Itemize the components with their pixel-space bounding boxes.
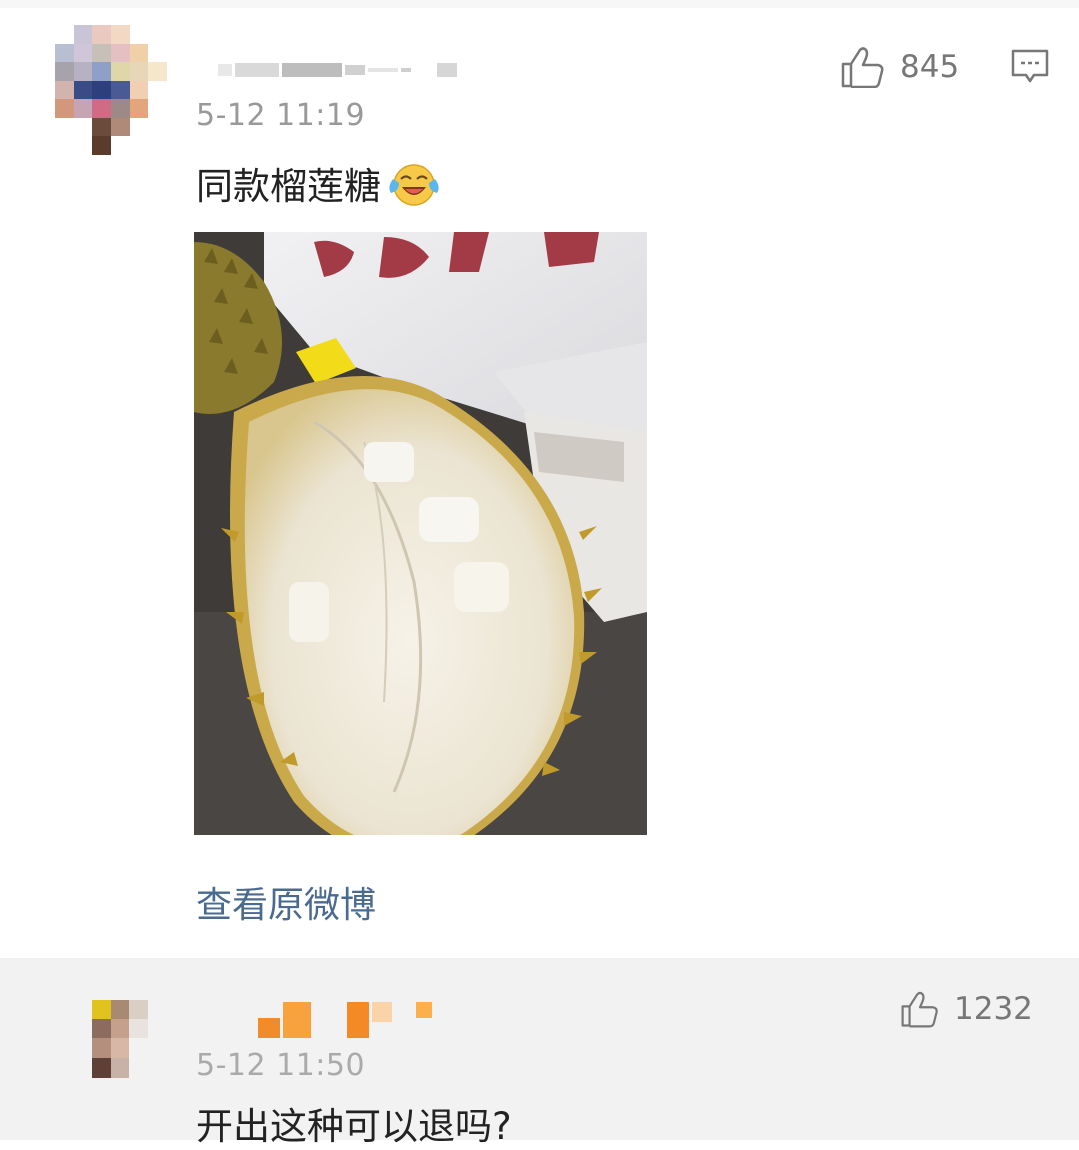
comment-text: 同款榴莲糖 — [196, 156, 441, 210]
comment-bubble-icon[interactable] — [1010, 48, 1050, 86]
comment-item: 5-12 11:50 开出这种可以退吗? 1232 — [0, 958, 1079, 1148]
comment-text-content: 同款榴莲糖 — [196, 165, 381, 208]
avatar-lower — [92, 1038, 148, 1078]
like-count: 845 — [900, 49, 960, 85]
thumbs-up-icon — [841, 47, 884, 88]
like-count: 1232 — [954, 991, 1033, 1027]
username-redacted[interactable] — [218, 62, 457, 78]
username-redacted[interactable] — [258, 1002, 432, 1038]
like-button[interactable]: 845 — [840, 46, 959, 88]
avatar[interactable] — [55, 25, 167, 155]
comment-text: 开出这种可以退吗? — [196, 1105, 512, 1148]
avatar[interactable] — [92, 1000, 148, 1038]
durian-photo[interactable] — [194, 232, 647, 835]
thumbs-up-icon — [901, 991, 938, 1028]
comment-item: 5-12 11:19 同款榴莲糖 查看原微博 845 — [0, 0, 1079, 958]
comment-time: 5-12 11:19 — [196, 98, 366, 133]
comment-time: 5-12 11:50 — [196, 1048, 366, 1083]
like-button[interactable]: 1232 — [900, 990, 1033, 1028]
laughing-crying-emoji-icon — [389, 164, 439, 206]
view-original-post-link[interactable]: 查看原微博 — [196, 876, 376, 928]
top-divider — [0, 0, 1079, 8]
